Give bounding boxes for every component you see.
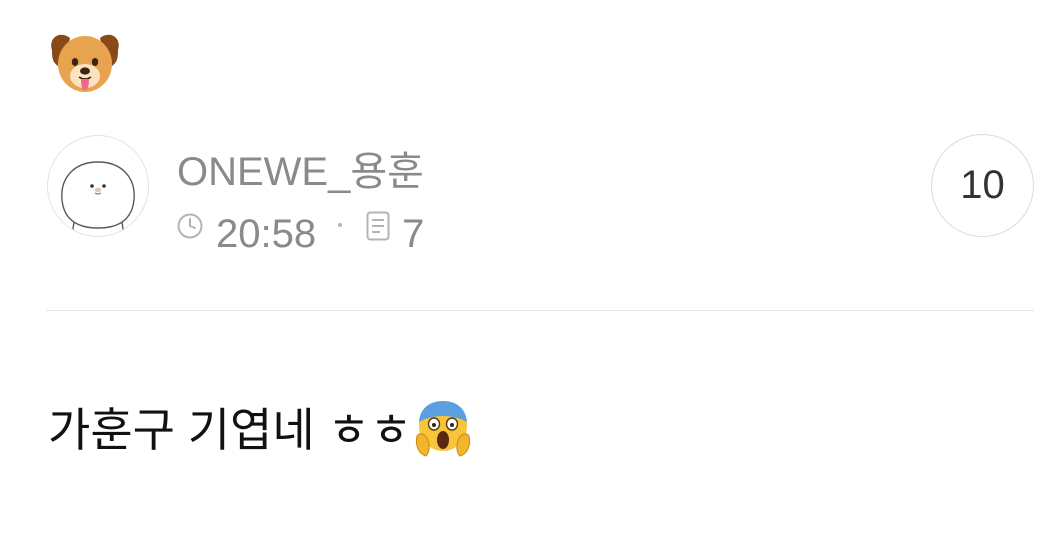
reply-count-button[interactable]: 10 [931,134,1034,237]
face-screaming-in-fear-icon [416,401,471,457]
comment-body: 가훈구 기엽네 ㅎㅎ [48,400,472,460]
document-icon [366,211,390,241]
comment-time: 20:58 [216,212,317,256]
document-count: 7 [402,212,425,256]
comment-meta: 20:58 7 [176,208,424,260]
dog-face-icon [51,34,119,92]
clock-icon [177,213,203,239]
seal-character-avatar [61,161,135,236]
author-name[interactable]: ONEWE_용훈 [177,148,424,196]
meta-separator [338,223,343,227]
avatar[interactable] [47,135,149,237]
divider [46,310,1034,311]
comment-text: 가훈구 기엽네 ㅎㅎ [48,404,413,456]
